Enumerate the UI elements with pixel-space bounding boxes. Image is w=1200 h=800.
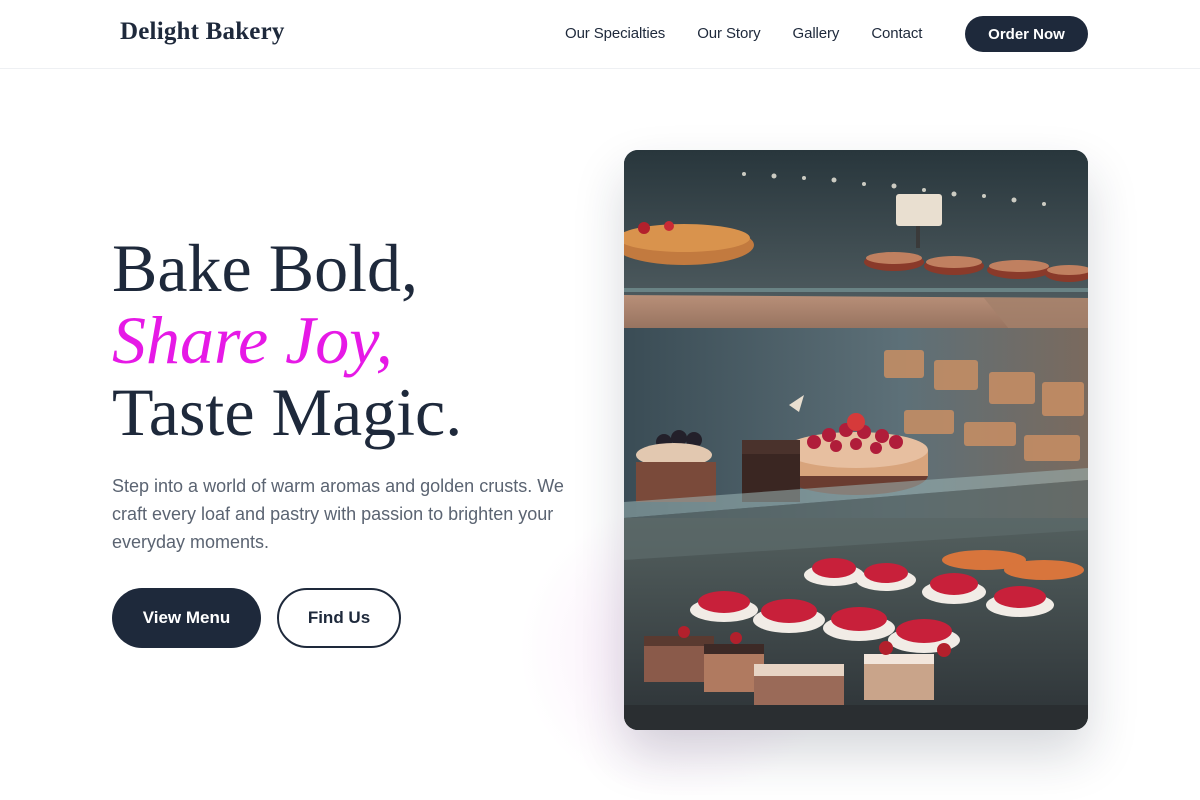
headline-line-2-accent: Share Joy,: [112, 302, 393, 378]
nav-link-gallery[interactable]: Gallery: [793, 24, 840, 44]
find-us-button[interactable]: Find Us: [277, 588, 401, 648]
nav-links: Our Specialties Our Story Gallery Contac…: [565, 24, 954, 44]
bakery-display-case-illustration: [624, 150, 1088, 730]
hero-image: [624, 150, 1088, 730]
nav-link-our-story[interactable]: Our Story: [697, 24, 760, 44]
headline-line-1: Bake Bold,: [112, 230, 418, 306]
order-now-button[interactable]: Order Now: [965, 16, 1088, 52]
nav-link-our-specialties[interactable]: Our Specialties: [565, 24, 665, 44]
nav-link-contact[interactable]: Contact: [871, 24, 922, 44]
navbar: Delight Bakery Our Specialties Our Story…: [0, 0, 1200, 69]
hero-text: Bake Bold, Share Joy, Taste Magic.: [112, 232, 592, 448]
brand-logo[interactable]: Delight Bakery: [120, 18, 285, 46]
headline-line-3: Taste Magic.: [112, 374, 463, 450]
hero-headline: Bake Bold, Share Joy, Taste Magic.: [112, 232, 592, 448]
view-menu-button[interactable]: View Menu: [112, 588, 261, 648]
hero-description: Step into a world of warm aromas and gol…: [112, 476, 564, 552]
